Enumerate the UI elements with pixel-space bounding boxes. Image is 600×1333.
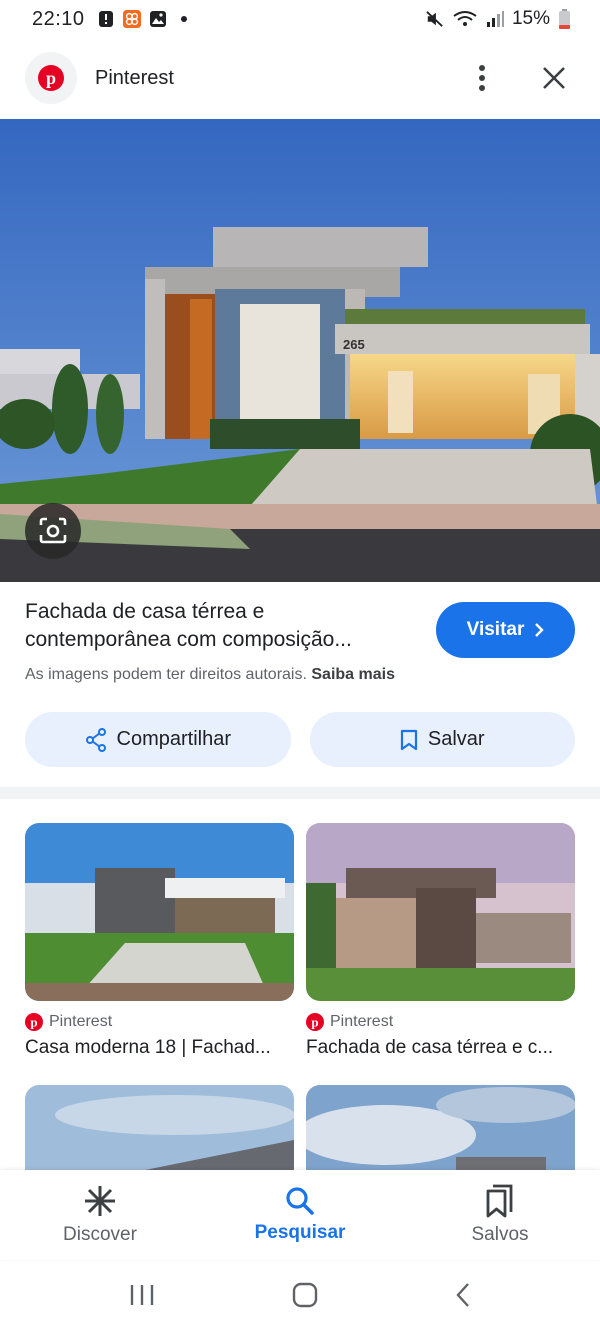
card-source-label: Pinterest bbox=[330, 1013, 394, 1030]
battery-icon bbox=[558, 9, 570, 29]
nav-search[interactable]: Pesquisar bbox=[220, 1186, 380, 1244]
system-navigation-bar bbox=[0, 1262, 600, 1333]
mute-icon bbox=[426, 10, 444, 28]
svg-text:p: p bbox=[30, 1015, 37, 1030]
related-image[interactable] bbox=[25, 823, 294, 1001]
recent-apps-icon bbox=[130, 1285, 153, 1305]
result-title[interactable]: Fachada de casa térrea e contemporânea c… bbox=[25, 598, 415, 654]
bottom-navigation: Discover Pesquisar Salvos bbox=[0, 1170, 600, 1260]
home-icon bbox=[292, 1282, 318, 1308]
visit-button-label: Visitar bbox=[466, 619, 525, 640]
site-name: Pinterest bbox=[95, 66, 174, 89]
svg-text:p: p bbox=[311, 1015, 318, 1030]
more-options-button[interactable] bbox=[465, 61, 499, 95]
app-header: p Pinterest bbox=[0, 50, 600, 106]
signal-icon bbox=[486, 10, 504, 28]
hero-image[interactable]: 265 bbox=[0, 119, 600, 582]
card-title[interactable]: Fachada de casa térrea e c... bbox=[306, 1037, 575, 1059]
status-bar: 22:10 15% bbox=[0, 0, 600, 38]
app-notification-icon bbox=[122, 10, 141, 28]
battery-percent: 15% bbox=[511, 8, 550, 29]
lens-search-button[interactable] bbox=[25, 503, 81, 559]
svg-text:265: 265 bbox=[343, 337, 365, 352]
nav-saved-label: Salvos bbox=[471, 1224, 529, 1245]
home-button[interactable] bbox=[292, 1282, 318, 1313]
pinterest-logo-icon: p bbox=[306, 1013, 324, 1031]
copyright-notice: As imagens podem ter direitos autorais. … bbox=[25, 666, 575, 684]
bookmark-icon bbox=[400, 729, 417, 750]
asterisk-icon bbox=[85, 1186, 115, 1216]
pinterest-logo-icon: p bbox=[25, 52, 77, 104]
dot-icon bbox=[175, 10, 193, 28]
action-buttons: Compartilhar Salvar bbox=[25, 712, 575, 767]
share-label: Compartilhar bbox=[116, 728, 231, 750]
result-info: Fachada de casa térrea e contemporânea c… bbox=[25, 598, 575, 684]
nav-discover[interactable]: Discover bbox=[20, 1184, 180, 1246]
share-button[interactable]: Compartilhar bbox=[25, 712, 291, 767]
card-source: p Pinterest bbox=[25, 1013, 294, 1031]
gallery-notification-icon bbox=[149, 10, 167, 28]
alert-notification-icon bbox=[97, 10, 115, 28]
visit-button[interactable]: Visitar bbox=[436, 602, 575, 658]
learn-more-link[interactable]: Saiba mais bbox=[311, 666, 395, 683]
card-title[interactable]: Casa moderna 18 | Fachad... bbox=[25, 1037, 294, 1059]
status-time: 22:10 bbox=[32, 7, 85, 30]
back-button[interactable] bbox=[455, 1282, 471, 1313]
nav-saved[interactable]: Salvos bbox=[420, 1184, 580, 1246]
close-button[interactable] bbox=[537, 61, 571, 95]
card-source: p Pinterest bbox=[306, 1013, 575, 1031]
more-vert-icon bbox=[479, 65, 485, 91]
section-divider bbox=[0, 787, 600, 799]
save-button[interactable]: Salvar bbox=[309, 712, 575, 767]
chevron-right-icon bbox=[535, 623, 545, 637]
camera-lens-icon bbox=[39, 517, 67, 544]
search-icon bbox=[286, 1187, 314, 1215]
related-image[interactable] bbox=[306, 823, 575, 1001]
pinterest-logo-icon: p bbox=[25, 1013, 43, 1031]
back-icon bbox=[456, 1283, 470, 1307]
nav-discover-label: Discover bbox=[63, 1224, 137, 1245]
related-card[interactable]: p Pinterest Fachada de casa térrea e c..… bbox=[306, 823, 575, 1059]
card-source-label: Pinterest bbox=[49, 1013, 113, 1030]
nav-search-label: Pesquisar bbox=[254, 1222, 346, 1243]
wifi-icon bbox=[452, 10, 478, 28]
svg-text:p: p bbox=[46, 68, 56, 88]
save-label: Salvar bbox=[427, 728, 485, 750]
related-results-grid: p Pinterest Casa moderna 18 | Fachad... … bbox=[25, 823, 575, 1185]
related-card[interactable]: p Pinterest Casa moderna 18 | Fachad... bbox=[25, 823, 294, 1059]
share-icon bbox=[85, 727, 106, 752]
recent-apps-button[interactable] bbox=[129, 1283, 155, 1312]
bookmarks-icon bbox=[486, 1184, 513, 1218]
close-icon bbox=[543, 67, 565, 89]
copyright-text: As imagens podem ter direitos autorais. bbox=[25, 666, 307, 683]
